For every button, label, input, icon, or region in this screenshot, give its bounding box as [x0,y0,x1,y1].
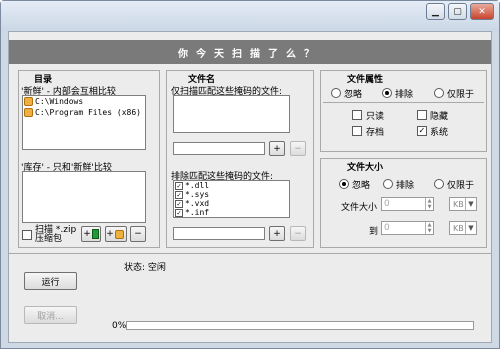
list-item[interactable]: C:\Program Files (x86) [23,107,145,118]
size-to-label: 到 [369,227,379,237]
add-exclude-button[interactable]: + [269,226,285,241]
list-item[interactable]: ✓ *.inf [174,208,289,217]
progress-label: 0% [112,321,127,331]
size-from-spinner[interactable]: 0 ▲ ▼ [381,197,434,211]
list-item[interactable]: ✓ *.sys [174,190,289,199]
folder-icon [114,229,124,239]
size-only-label: 仅限于 [447,181,475,191]
item-checkbox[interactable]: ✓ [175,199,183,208]
add-folder-button[interactable]: + [105,226,127,242]
banner: 你今天扫描了么？ [9,40,491,64]
client-area: 你今天扫描了么？ 目录 '新鲜' - 内部会互相比较 C:\Windows C:… [8,31,492,343]
hidden-label: 隐藏 [430,112,449,122]
cancel-button[interactable]: 取消... [24,306,77,324]
remove-exclude-button[interactable]: − [290,226,306,241]
readonly-label: 只读 [366,112,385,122]
folder-icon [24,108,33,117]
chevron-down-icon: ▼ [465,198,476,210]
folder-icon [24,97,33,106]
attr-exclude-radio[interactable] [382,88,392,98]
chevron-down-icon: ▼ [465,222,476,234]
app-window: ▁ ▢ ✕ 你今天扫描了么？ 目录 '新鲜' - 内部会互相比较 C:\Wind… [0,0,500,349]
system-checkbox[interactable]: ✓ [417,126,427,136]
size-to-spinner[interactable]: 0 ▲ ▼ [381,221,434,235]
size-ignore-label: 忽略 [352,181,371,191]
bottom-separator [9,253,491,254]
add-repo-button[interactable]: + [81,226,101,242]
attr-only-label: 仅限于 [447,90,475,100]
exclude-mask-input[interactable] [173,227,265,240]
scan-zip-label: 扫描 *.zip 压缩包 [35,225,77,244]
item-checkbox[interactable]: ✓ [175,190,183,199]
system-label: 系统 [430,128,449,138]
close-button[interactable]: ✕ [470,3,494,20]
run-button[interactable]: 运行 [24,272,77,290]
title-bar: ▁ ▢ ✕ [1,1,499,31]
remove-include-button[interactable]: − [290,141,306,156]
size-exclude-label: 排除 [396,181,415,191]
status-text: 状态: 空闲 [124,263,166,273]
attr-ignore-radio[interactable] [331,88,341,98]
scan-zip-checkbox[interactable] [22,230,32,240]
progress-bar [126,321,474,330]
new-dirs-list[interactable]: C:\Windows C:\Program Files (x86) [22,95,146,150]
remove-dir-button[interactable]: − [130,226,146,242]
add-include-button[interactable]: + [269,141,285,156]
minimize-button[interactable]: ▁ [426,3,445,20]
archive-checkbox[interactable] [352,126,362,136]
size-from-unit[interactable]: KB ▼ [449,197,477,211]
list-item[interactable]: ✓ *.dll [174,181,289,190]
include-mask-input[interactable] [173,142,265,155]
list-item[interactable]: C:\Windows [23,96,145,107]
include-masks-list[interactable] [173,95,290,133]
attributes-title: 文件属性 [344,72,387,85]
green-box-icon [91,229,99,239]
item-checkbox[interactable]: ✓ [175,181,183,190]
readonly-checkbox[interactable] [352,110,362,120]
repo-dirs-list[interactable] [22,171,146,223]
archive-label: 存档 [366,128,385,138]
attr-exclude-label: 排除 [395,90,414,100]
maximize-button[interactable]: ▢ [448,3,467,20]
spin-arrows-icon[interactable]: ▲ ▼ [425,222,433,234]
attr-only-radio[interactable] [434,88,444,98]
attr-divider [323,102,484,103]
filesize-title: 文件大小 [344,160,387,173]
size-exclude-radio[interactable] [383,179,393,189]
exclude-masks-list[interactable]: ✓ *.dll ✓ *.sys ✓ *.vxd ✓ *.inf [173,180,290,218]
item-checkbox[interactable]: ✓ [175,208,183,217]
hidden-checkbox[interactable] [417,110,427,120]
size-from-label: 文件大小 [341,203,378,213]
list-item[interactable]: ✓ *.vxd [174,199,289,208]
attr-ignore-label: 忽略 [344,90,363,100]
size-ignore-radio[interactable] [339,179,349,189]
size-to-unit[interactable]: KB ▼ [449,221,477,235]
spin-arrows-icon[interactable]: ▲ ▼ [425,198,433,210]
size-only-radio[interactable] [434,179,444,189]
